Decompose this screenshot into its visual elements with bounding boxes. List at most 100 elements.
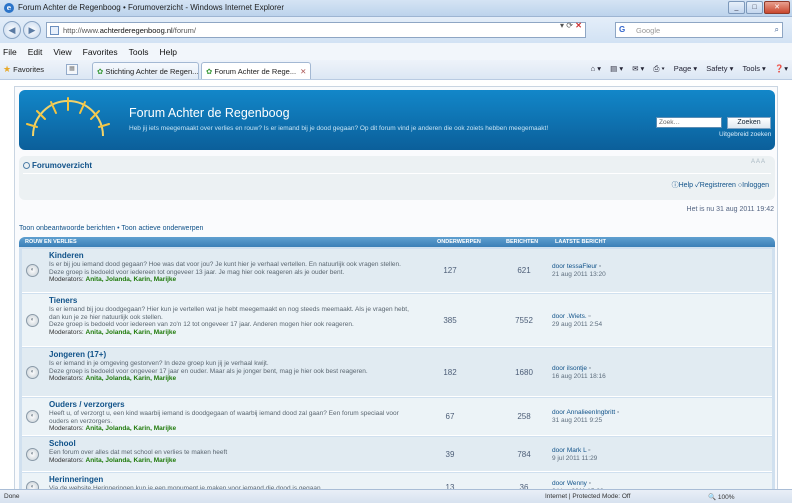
google-search-input[interactable]: G Google ⌕	[615, 22, 783, 38]
forum-moderators: Moderators: Anita, Jolanda, Karin, Marij…	[49, 456, 177, 464]
header-topics: ONDERWERPEN	[437, 239, 481, 245]
forum-search-input[interactable]: Zoek…	[656, 117, 722, 128]
forum-description: Heeft u, of verzorgt u, een kind waarbij…	[49, 410, 399, 425]
forum-row[interactable]: ◐ School Een forum over alles dat met scho…	[22, 437, 772, 472]
address-row: ◀ ▶ http://www.achterderegenboog.nl/foru…	[0, 17, 792, 43]
breadcrumb[interactable]: Forumoverzicht	[23, 161, 92, 170]
menu-tools[interactable]: Tools	[129, 47, 149, 60]
dropdown-icon[interactable]: ▾	[560, 21, 564, 30]
forum-row[interactable]: ◐ Kinderen Is er bij jou iemand dood gegaa…	[22, 249, 772, 293]
last-post-date: 29 aug 2011 2:54	[552, 320, 603, 328]
forward-button[interactable]: ▶	[23, 21, 41, 39]
moderator-links[interactable]: Anita, Jolanda, Karin, Marijke	[86, 329, 177, 336]
favorites-bar: ★ Favorites ▦ ✿ Stichting Achter de Rege…	[0, 60, 792, 80]
back-button[interactable]: ◀	[3, 21, 21, 39]
forum-read-icon: ◐	[26, 366, 39, 379]
last-post-author[interactable]: door tessaFleur	[552, 263, 597, 270]
help-icon[interactable]: ❓▾	[775, 64, 788, 73]
tools-menu[interactable]: Tools ▾	[742, 64, 765, 73]
topic-count: 39	[445, 450, 455, 459]
font-size-switcher[interactable]: A A A	[751, 159, 765, 165]
tab-stichting[interactable]: ✿ Stichting Achter de Regen...	[92, 62, 199, 79]
view-latest-post-icon[interactable]: ▫	[589, 365, 591, 372]
menu-view[interactable]: View	[53, 47, 71, 60]
last-post-author[interactable]: door Wenny	[552, 480, 587, 487]
forum-title[interactable]: Ouders / verzorgers	[49, 400, 419, 410]
feeds-icon[interactable]: ▤ ▾	[610, 64, 623, 73]
forum-row[interactable]: ◐ Tieners Is er iemand bij jou doodgegaan?…	[22, 294, 772, 347]
minimize-button[interactable]: _	[728, 1, 745, 14]
topic-count: 182	[443, 368, 457, 377]
forum-description: Is er iemand in je omgeving gestorven? I…	[49, 360, 269, 367]
menu-help[interactable]: Help	[159, 47, 176, 60]
address-tools: ▾ ⟳ ✕	[560, 21, 582, 30]
safety-menu[interactable]: Safety ▾	[706, 64, 733, 73]
close-button[interactable]: ✕	[764, 1, 790, 14]
forum-title[interactable]: Kinderen	[49, 251, 419, 261]
page-menu[interactable]: Page ▾	[674, 64, 697, 73]
zoom-level[interactable]: 🔍 100%	[708, 493, 735, 501]
forum-description-extra: Deze groep is bedoeld voor ongeveer 17 j…	[49, 367, 368, 375]
search-button[interactable]: Zoeken	[727, 117, 771, 129]
advanced-search-link[interactable]: Uitgebreid zoeken	[719, 131, 771, 138]
menu-favorites[interactable]: Favorites	[83, 47, 118, 60]
forum-table: ROUW EN VERLIES ONDERWERPEN BERICHTEN LA…	[19, 237, 775, 489]
view-latest-post-icon[interactable]: ▫	[588, 447, 590, 454]
address-bar[interactable]: http://www.achterderegenboog.nl/forum/	[46, 22, 586, 38]
mail-icon[interactable]: ✉ ▾	[632, 64, 644, 73]
forum-description: Is er bij jou iemand dood gegaan? Hoe wa…	[49, 261, 401, 268]
quick-tabs-icon[interactable]: ▦	[66, 64, 78, 75]
forum-title[interactable]: Tieners	[49, 296, 419, 306]
site-icon: ✿	[97, 67, 104, 76]
maximize-button[interactable]: □	[746, 1, 763, 14]
last-post-date: 16 aug 2011 18:16	[552, 372, 606, 380]
tab-forum[interactable]: ✿ Forum Achter de Rege... ✕	[201, 62, 311, 79]
tab-close-icon[interactable]: ✕	[300, 67, 306, 76]
search-icon[interactable]: ⌕	[775, 25, 779, 35]
forum-read-icon: ◐	[26, 264, 39, 277]
view-latest-post-icon[interactable]: ▫	[589, 480, 591, 487]
user-links: ⓘHelp ✓Registreren ○Inloggen	[672, 180, 769, 190]
site-title[interactable]: Forum Achter de Regenboog	[129, 106, 290, 120]
last-post-author[interactable]: door ilsontje	[552, 365, 587, 372]
moderator-links[interactable]: Anita, Jolanda, Karin, Marijke	[86, 276, 177, 283]
last-post: door AnnalieenIngbritt ▫ 31 aug 2011 9:25	[552, 409, 619, 424]
forum-info: Herinneringen Via de website Herinneringe…	[49, 475, 419, 489]
menu-edit[interactable]: Edit	[28, 47, 43, 60]
site-icon: ✿	[206, 67, 213, 76]
print-icon[interactable]: ⎙ ▾	[653, 64, 664, 73]
home-icon[interactable]: ⌂ ▾	[591, 64, 601, 73]
last-post-author[interactable]: door .Wiets.	[552, 313, 587, 320]
moderator-links[interactable]: Anita, Jolanda, Karin, Marijke	[86, 457, 177, 464]
post-count: 7552	[515, 316, 533, 325]
moderator-links[interactable]: Anita, Jolanda, Karin, Marijke	[86, 425, 177, 432]
last-post-author[interactable]: door Mark L	[552, 447, 586, 454]
topic-count: 67	[445, 412, 455, 421]
topic-count: 127	[443, 266, 457, 275]
moderator-links[interactable]: Anita, Jolanda, Karin, Marijke	[86, 375, 177, 382]
forum-row[interactable]: ◐ Herinneringen Via de website Herinnering…	[22, 473, 772, 489]
stop-icon[interactable]: ✕	[575, 21, 582, 30]
forum-title[interactable]: Herinneringen	[49, 475, 419, 485]
last-post-author[interactable]: door AnnalieenIngbritt	[552, 409, 615, 416]
forum-description-extra: Deze groep is bedoeld voor iedereen van …	[49, 321, 354, 328]
forum-title[interactable]: School	[49, 439, 419, 449]
favorites-button[interactable]: ★ Favorites	[3, 64, 44, 75]
refresh-icon[interactable]: ⟳	[566, 21, 573, 30]
header-last-post: LAATSTE BERICHT	[555, 239, 606, 245]
menu-file[interactable]: File	[3, 47, 17, 60]
quick-links[interactable]: Toon onbeantwoorde berichten • Toon acti…	[19, 225, 203, 232]
forum-moderators: Moderators: Anita, Jolanda, Karin, Marij…	[49, 375, 177, 382]
forum-wrapper: Forum Achter de Regenboog Heb jij iets m…	[14, 86, 778, 489]
register-link[interactable]: ✓Registreren	[695, 182, 736, 189]
view-latest-post-icon[interactable]: ▫	[617, 409, 619, 416]
post-count: 1680	[515, 368, 533, 377]
forum-row[interactable]: ◐ Ouders / verzorgers Heeft u, of verzorgt…	[22, 398, 772, 436]
view-latest-post-icon[interactable]: ▫	[589, 313, 591, 320]
forum-row[interactable]: ◐ Jongeren (17+) Is er iemand in je omgevi…	[22, 348, 772, 397]
help-link[interactable]: ⓘHelp	[672, 182, 693, 189]
forum-title[interactable]: Jongeren (17+)	[49, 350, 419, 360]
view-latest-post-icon[interactable]: ▫	[599, 263, 601, 270]
login-link[interactable]: ○Inloggen	[738, 182, 769, 189]
page-viewport: Forum Achter de Regenboog Heb jij iets m…	[0, 80, 792, 489]
